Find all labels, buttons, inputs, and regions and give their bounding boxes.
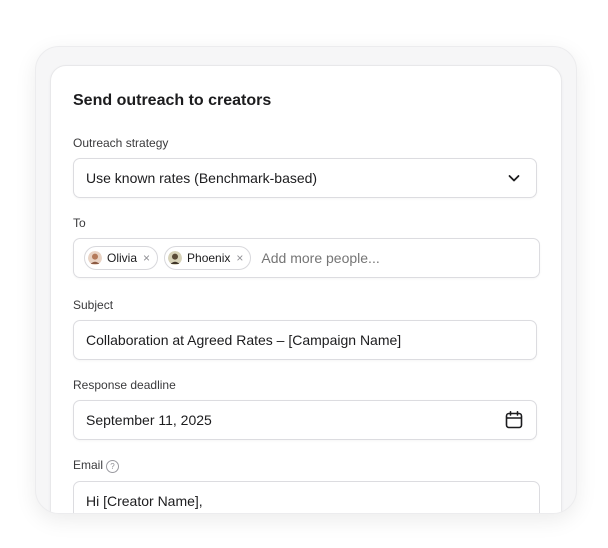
form-title: Send outreach to creators xyxy=(73,92,272,109)
email-label: Email? xyxy=(73,458,120,473)
to-field[interactable]: Olivia × Phoenix × xyxy=(73,238,540,278)
outreach-form-card: Send outreach to creators Outreach strat… xyxy=(50,65,562,513)
avatar xyxy=(168,251,183,265)
email-body-text: Hi [Creator Name], xyxy=(86,493,203,509)
add-people-input[interactable] xyxy=(259,249,464,267)
avatar xyxy=(88,251,102,265)
subject-value: Collaboration at Agreed Rates – [Campaig… xyxy=(86,332,402,348)
strategy-label: Outreach strategy xyxy=(73,136,169,150)
chevron-down-icon xyxy=(504,168,524,188)
recipient-name: Olivia xyxy=(107,251,138,265)
subject-label: Subject xyxy=(73,298,114,312)
deadline-value: September 11, 2025 xyxy=(86,412,212,428)
email-label-text: Email xyxy=(73,458,104,472)
calendar-icon[interactable] xyxy=(504,410,524,430)
recipient-chip-olivia: Olivia × xyxy=(84,246,159,270)
subject-input[interactable]: Collaboration at Agreed Rates – [Campaig… xyxy=(73,320,537,360)
modal-frame: Send outreach to creators Outreach strat… xyxy=(35,46,577,514)
help-icon[interactable]: ? xyxy=(106,460,120,473)
strategy-select[interactable]: Use known rates (Benchmark-based) xyxy=(73,158,537,198)
remove-recipient-icon[interactable]: × xyxy=(143,251,150,265)
recipient-name: Phoenix xyxy=(187,251,231,265)
deadline-date-picker[interactable]: September 11, 2025 xyxy=(73,400,537,440)
to-label: To xyxy=(73,216,86,230)
strategy-value: Use known rates (Benchmark-based) xyxy=(86,170,318,186)
recipient-chip-phoenix: Phoenix × xyxy=(164,246,252,270)
email-body-editor[interactable]: Hi [Creator Name], xyxy=(73,481,540,513)
remove-recipient-icon[interactable]: × xyxy=(236,251,243,265)
deadline-label: Response deadline xyxy=(73,378,176,392)
